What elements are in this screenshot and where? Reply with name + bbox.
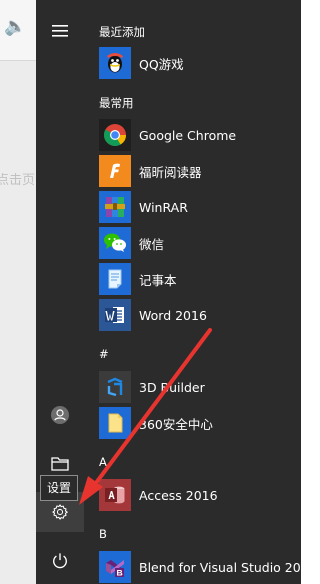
word-icon	[99, 299, 131, 331]
folder-icon	[51, 455, 69, 471]
app-label: 360安全中心	[139, 416, 213, 432]
app-item-google-chrome[interactable]: Google Chrome	[99, 119, 301, 151]
settings-tooltip: 设置	[40, 475, 79, 501]
foxit-icon	[99, 155, 131, 187]
section-header-recent: 最近添加	[99, 25, 145, 39]
app-item-winrar[interactable]: WinRAR	[99, 191, 301, 223]
notepad-icon	[99, 263, 131, 295]
app-item-wechat[interactable]: 微信	[99, 227, 301, 259]
blend-icon	[99, 551, 131, 583]
power-button[interactable]	[36, 541, 84, 581]
app-item-qq-games[interactable]: QQ游戏	[99, 47, 301, 79]
user-account-button[interactable]	[36, 395, 84, 435]
app-item-access-2016[interactable]: Access 2016	[99, 479, 301, 511]
app-item-360-security-center[interactable]: 360安全中心	[99, 407, 301, 439]
chrome-icon	[99, 119, 131, 151]
app-label: 3D Builder	[139, 379, 205, 395]
section-header-a: A	[99, 455, 107, 469]
user-avatar-icon	[50, 405, 70, 425]
screen: 🔈 点击页 最近添加 QQ游戏 最常用 Google Chrome 福昕阅读器 …	[0, 0, 301, 584]
background-text: 点击页	[0, 173, 36, 188]
app-list: 最近添加 QQ游戏 最常用 Google Chrome 福昕阅读器 WinRAR…	[92, 0, 301, 584]
background-window	[0, 0, 36, 584]
app-item-foxit-reader[interactable]: 福昕阅读器	[99, 155, 301, 187]
qq-games-icon	[99, 47, 131, 79]
access-icon	[99, 479, 131, 511]
app-item-notepad[interactable]: 记事本	[99, 263, 301, 295]
speaker-icon: 🔈	[4, 16, 27, 37]
wechat-icon	[99, 227, 131, 259]
app-label: 记事本	[139, 272, 177, 288]
section-header-frequent: 最常用	[99, 96, 134, 110]
app-item-word-2016[interactable]: Word 2016	[99, 299, 301, 331]
app-label: WinRAR	[139, 199, 188, 215]
app-label: QQ游戏	[139, 56, 184, 72]
app-label: 微信	[139, 236, 165, 252]
app-label: Access 2016	[139, 487, 218, 503]
section-header-hash: #	[99, 347, 109, 361]
app-item-blend-visual-studio[interactable]: Blend for Visual Studio 2015	[99, 551, 301, 583]
folder-yellow-icon	[99, 407, 131, 439]
power-icon	[51, 552, 69, 570]
background-toolbar: 🔈	[0, 0, 36, 61]
app-label: Word 2016	[139, 307, 207, 323]
app-label: 福昕阅读器	[139, 164, 202, 180]
section-header-b: B	[99, 527, 107, 541]
winrar-icon	[99, 191, 131, 223]
gear-icon	[51, 503, 69, 521]
app-label: Google Chrome	[139, 127, 237, 143]
app-label: Blend for Visual Studio 2015	[139, 559, 301, 575]
app-item-3d-builder[interactable]: 3D Builder	[99, 371, 301, 403]
expand-menu-button[interactable]	[36, 11, 84, 51]
hamburger-icon	[52, 25, 68, 37]
3d-builder-icon	[99, 371, 131, 403]
